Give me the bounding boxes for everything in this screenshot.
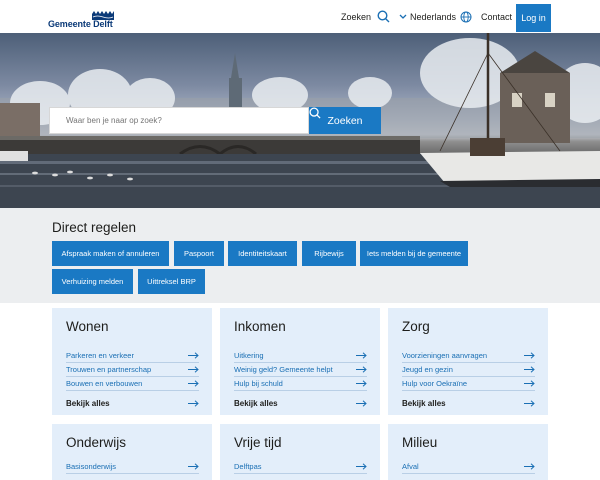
card-title: Zorg bbox=[402, 319, 430, 334]
header-search-label: Zoeken bbox=[341, 11, 372, 22]
direct-button-uittreksel[interactable]: Uittreksel BRP bbox=[138, 269, 205, 294]
card-link[interactable]: Bouwen en verbouwen bbox=[66, 377, 199, 391]
card-link[interactable]: Voorzieningen aanvragen bbox=[402, 349, 535, 363]
arrow-right-icon bbox=[524, 366, 535, 373]
arrow-right-icon bbox=[188, 366, 199, 373]
globe-icon bbox=[460, 11, 472, 22]
card-title: Milieu bbox=[402, 435, 438, 450]
bekijk-alles-link[interactable]: Bekijk alles bbox=[66, 396, 199, 410]
card-title: Onderwijs bbox=[66, 435, 127, 450]
topic-cards: Wonen Parkeren en verkeer Trouwen en par… bbox=[0, 303, 600, 480]
direct-button-paspoort[interactable]: Paspoort bbox=[174, 241, 224, 266]
card-zorg: Zorg Voorzieningen aanvragen Jeugd en ge… bbox=[388, 308, 548, 415]
site-header: Gemeente Delft Zoeken Nederlands Contact… bbox=[0, 0, 600, 33]
arrow-right-icon bbox=[356, 380, 367, 387]
card-link[interactable]: Jeugd en gezin bbox=[402, 363, 535, 377]
chevron-down-icon bbox=[399, 14, 407, 19]
hero-search-button-label: Zoeken bbox=[327, 114, 363, 127]
arrow-right-icon bbox=[524, 380, 535, 387]
contact-link[interactable]: Contact bbox=[481, 0, 512, 33]
card-link[interactable]: Parkeren en verkeer bbox=[66, 349, 199, 363]
card-onderwijs: Onderwijs Basisonderwijs bbox=[52, 424, 212, 480]
arrow-right-icon bbox=[356, 366, 367, 373]
arrow-right-icon bbox=[524, 399, 535, 407]
gemeente-delft-logo[interactable]: Gemeente Delft bbox=[48, 8, 114, 30]
hero-banner: Zoeken bbox=[0, 33, 600, 208]
header-search-button[interactable]: Zoeken bbox=[341, 0, 390, 33]
arrow-right-icon bbox=[356, 352, 367, 359]
direct-button-afspraak[interactable]: Afspraak maken of annuleren bbox=[52, 241, 169, 266]
login-button[interactable]: Log in bbox=[516, 4, 551, 32]
search-icon bbox=[309, 107, 321, 119]
card-link[interactable]: Hulp voor Oekraïne bbox=[402, 377, 535, 391]
card-title: Inkomen bbox=[234, 319, 286, 334]
arrow-right-icon bbox=[356, 399, 367, 407]
card-inkomen: Inkomen Uitkering Weinig geld? Gemeente … bbox=[220, 308, 380, 415]
bekijk-alles-link[interactable]: Bekijk alles bbox=[402, 396, 535, 410]
arrow-right-icon bbox=[524, 352, 535, 359]
card-title: Wonen bbox=[66, 319, 109, 334]
hero-search-field[interactable] bbox=[49, 107, 309, 134]
card-title: Vrije tijd bbox=[234, 435, 282, 450]
card-wonen: Wonen Parkeren en verkeer Trouwen en par… bbox=[52, 308, 212, 415]
card-link[interactable]: Uitkering bbox=[234, 349, 367, 363]
card-link[interactable]: Delftpas bbox=[234, 460, 367, 474]
language-selector[interactable]: Nederlands bbox=[399, 0, 472, 33]
bekijk-alles-link[interactable]: Bekijk alles bbox=[234, 396, 367, 410]
card-link[interactable]: Weinig geld? Gemeente helpt bbox=[234, 363, 367, 377]
card-link[interactable]: Afval bbox=[402, 460, 535, 474]
arrow-right-icon bbox=[188, 380, 199, 387]
arrow-right-icon bbox=[524, 463, 535, 470]
direct-regelen-section: Direct regelen Afspraak maken of annuler… bbox=[0, 208, 600, 303]
arrow-right-icon bbox=[188, 463, 199, 470]
card-link[interactable]: Trouwen en partnerschap bbox=[66, 363, 199, 377]
arrow-right-icon bbox=[188, 352, 199, 359]
card-milieu: Milieu Afval bbox=[388, 424, 548, 480]
direct-button-identiteitskaart[interactable]: Identiteitskaart bbox=[228, 241, 297, 266]
direct-regelen-title: Direct regelen bbox=[52, 220, 137, 235]
language-label: Nederlands bbox=[410, 11, 457, 22]
arrow-right-icon bbox=[356, 463, 367, 470]
direct-button-verhuizing[interactable]: Verhuizing melden bbox=[52, 269, 133, 294]
direct-button-rijbewijs[interactable]: Rijbewijs bbox=[302, 241, 356, 266]
card-link[interactable]: Basisonderwijs bbox=[66, 460, 199, 474]
card-vrije-tijd: Vrije tijd Delftpas bbox=[220, 424, 380, 480]
hero-search-input[interactable] bbox=[50, 108, 308, 133]
hero-search-button[interactable]: Zoeken bbox=[309, 107, 381, 134]
logo-text: Gemeente Delft bbox=[48, 19, 113, 29]
direct-button-iets-melden[interactable]: Iets melden bij de gemeente bbox=[360, 241, 468, 266]
card-link[interactable]: Hulp bij schuld bbox=[234, 377, 367, 391]
arrow-right-icon bbox=[188, 399, 199, 407]
search-icon bbox=[377, 10, 390, 23]
